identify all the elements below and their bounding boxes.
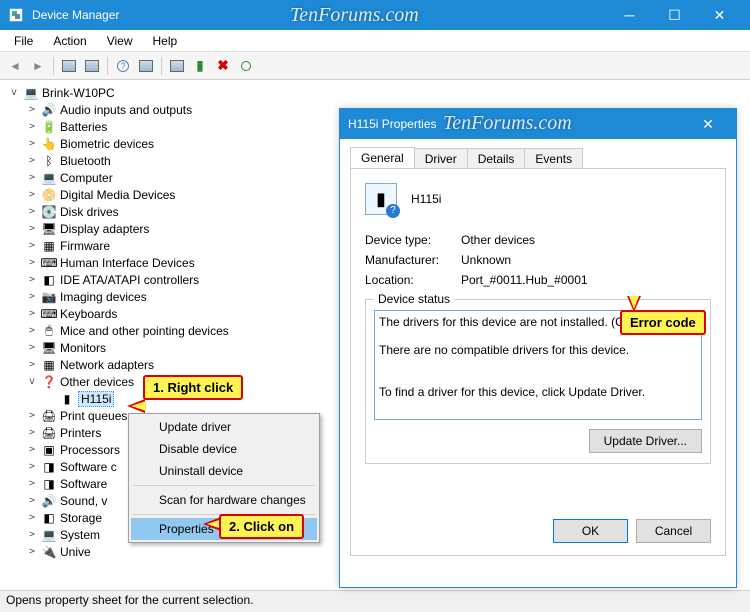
value-type: Other devices bbox=[461, 233, 535, 247]
context-menu-item[interactable]: Disable device bbox=[131, 438, 317, 460]
menu-action[interactable]: Action bbox=[43, 32, 96, 50]
category-icon: ◨ bbox=[41, 459, 57, 475]
cancel-button[interactable]: Cancel bbox=[636, 519, 711, 543]
callout-click-on: 2. Click on bbox=[219, 514, 304, 539]
titlebar: Device Manager ─ ☐ ✕ bbox=[0, 0, 750, 30]
category-icon: ◨ bbox=[41, 476, 57, 492]
menubar: File Action View Help bbox=[0, 30, 750, 52]
category-icon: 💽 bbox=[41, 204, 57, 220]
dialog-tabs: General Driver Details Events bbox=[350, 147, 726, 168]
window-title: Device Manager bbox=[32, 8, 607, 22]
tool-3[interactable] bbox=[135, 55, 157, 77]
category-icon: 🔋 bbox=[41, 119, 57, 135]
category-icon: 🔊 bbox=[41, 102, 57, 118]
label-type: Device type: bbox=[365, 233, 461, 247]
toolbar: ◄ ► ? ▮ ✖ bbox=[0, 52, 750, 80]
maximize-button[interactable]: ☐ bbox=[652, 0, 697, 30]
computer-icon: 💻 bbox=[23, 85, 39, 101]
category-icon: 🖨 bbox=[41, 425, 57, 441]
tool-2[interactable] bbox=[81, 55, 103, 77]
menu-view[interactable]: View bbox=[97, 32, 143, 50]
tab-details[interactable]: Details bbox=[467, 148, 526, 169]
category-icon: ⌨ bbox=[41, 306, 57, 322]
context-menu-item[interactable]: Uninstall device bbox=[131, 460, 317, 482]
menu-help[interactable]: Help bbox=[143, 32, 188, 50]
tab-events[interactable]: Events bbox=[524, 148, 583, 169]
category-icon: 💻 bbox=[41, 170, 57, 186]
dialog-close-button[interactable]: ✕ bbox=[688, 116, 728, 133]
category-icon: ⌨ bbox=[41, 255, 57, 271]
tool-scan[interactable]: ▮ bbox=[189, 55, 211, 77]
tab-driver[interactable]: Driver bbox=[414, 148, 468, 169]
tab-general[interactable]: General bbox=[350, 147, 415, 168]
category-icon: 🖥 bbox=[41, 340, 57, 356]
category-icon: 🔌 bbox=[41, 544, 57, 560]
category-icon: 📀 bbox=[41, 187, 57, 203]
device-status-label: Device status bbox=[374, 292, 454, 306]
callout-error-code: Error code bbox=[620, 310, 706, 335]
category-icon: 🖱 bbox=[41, 323, 57, 339]
tool-fwd[interactable]: ► bbox=[27, 55, 49, 77]
value-mfr: Unknown bbox=[461, 253, 511, 267]
tool-help[interactable]: ? bbox=[112, 55, 134, 77]
tab-panel-general: ▮? H115i Device type:Other devices Manuf… bbox=[350, 168, 726, 556]
context-menu-item[interactable]: Update driver bbox=[131, 416, 317, 438]
minimize-button[interactable]: ─ bbox=[607, 0, 652, 30]
category-icon: ᛒ bbox=[41, 153, 57, 169]
properties-dialog: H115i Properties ✕ General Driver Detail… bbox=[339, 108, 737, 588]
device-name: H115i bbox=[411, 192, 441, 206]
status-bar: Opens property sheet for the current sel… bbox=[0, 590, 750, 612]
tool-remove[interactable]: ✖ bbox=[212, 55, 234, 77]
update-driver-button[interactable]: Update Driver... bbox=[589, 429, 702, 453]
category-icon: ▦ bbox=[41, 357, 57, 373]
device-icon: ▮? bbox=[365, 183, 397, 215]
callout-right-click: 1. Right click bbox=[143, 375, 243, 400]
category-icon: ▣ bbox=[41, 442, 57, 458]
tree-root-node[interactable]: v💻Brink-W10PC bbox=[8, 84, 750, 101]
tool-back[interactable]: ◄ bbox=[4, 55, 26, 77]
category-icon: ❓ bbox=[41, 374, 57, 390]
category-icon: ◧ bbox=[41, 510, 57, 526]
tool-1[interactable] bbox=[58, 55, 80, 77]
value-loc: Port_#0011.Hub_#0001 bbox=[461, 273, 588, 287]
category-icon: 🖨 bbox=[41, 408, 57, 424]
category-icon: 💻 bbox=[41, 527, 57, 543]
unknown-device-icon: ▮ bbox=[59, 391, 75, 407]
ok-button[interactable]: OK bbox=[553, 519, 628, 543]
category-icon: 👆 bbox=[41, 136, 57, 152]
category-icon: 🔊 bbox=[41, 493, 57, 509]
label-mfr: Manufacturer: bbox=[365, 253, 461, 267]
tool-enable[interactable] bbox=[235, 55, 257, 77]
category-icon: 📷 bbox=[41, 289, 57, 305]
tool-4[interactable] bbox=[166, 55, 188, 77]
context-menu-item[interactable]: Scan for hardware changes bbox=[131, 489, 317, 511]
category-icon: ◧ bbox=[41, 272, 57, 288]
label-loc: Location: bbox=[365, 273, 461, 287]
category-icon: 🖥 bbox=[41, 221, 57, 237]
close-button[interactable]: ✕ bbox=[697, 0, 742, 30]
category-icon: ▦ bbox=[41, 238, 57, 254]
menu-file[interactable]: File bbox=[4, 32, 43, 50]
dialog-title: H115i Properties bbox=[348, 117, 688, 131]
app-icon bbox=[8, 7, 24, 23]
